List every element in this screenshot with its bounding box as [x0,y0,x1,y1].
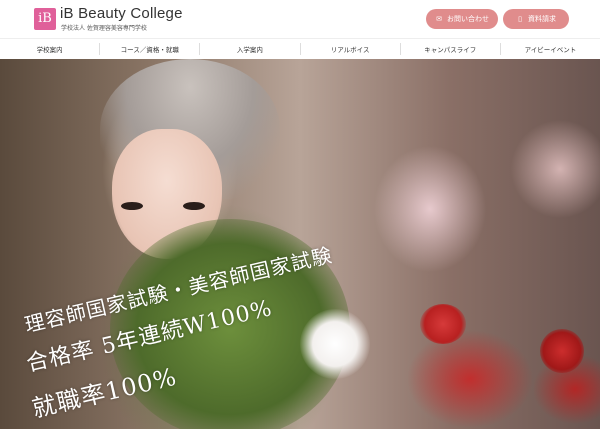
mail-icon: ✉ [436,15,442,23]
nav-item-courses[interactable]: コース／資格・就職 [99,43,199,55]
site-header: iB iB Beauty College 学校法人 佐賀理容美容専門学校 ✉ お… [0,0,600,38]
nav-item-admission[interactable]: 入学案内 [199,43,299,55]
nav-item-events[interactable]: アイビーイベント [499,43,600,55]
hero-photo-eye [183,202,205,210]
contact-button-label: お問い合わせ [447,15,489,23]
nav-item-campus-life[interactable]: キャンパスライフ [399,43,500,55]
document-icon: ▯ [518,15,522,23]
site-subtitle: 学校法人 佐賀理容美容専門学校 [61,25,147,32]
request-docs-button[interactable]: ▯ 資料請求 [503,9,569,29]
hero-photo-red-flower [540,329,584,373]
contact-button[interactable]: ✉ お問い合わせ [426,9,498,29]
hero-banner: 理容師国家試験・美容師国家試験 合格率 5年連続W100% 就職率100% [0,59,600,429]
nav-item-school-info[interactable]: 学校案内 [0,43,99,55]
logo-mark[interactable]: iB [34,8,56,30]
hero-photo-eye [121,202,143,210]
request-docs-label: 資料請求 [528,15,556,23]
nav-item-real-voice[interactable]: リアルボイス [299,43,400,55]
hero-photo-red-flower [420,304,466,344]
site-title[interactable]: iB Beauty College [60,5,183,22]
hero-photo-white-flower [300,309,370,379]
main-nav: 学校案内 コース／資格・就職 入学案内 リアルボイス キャンパスライフ アイビー… [0,38,600,60]
